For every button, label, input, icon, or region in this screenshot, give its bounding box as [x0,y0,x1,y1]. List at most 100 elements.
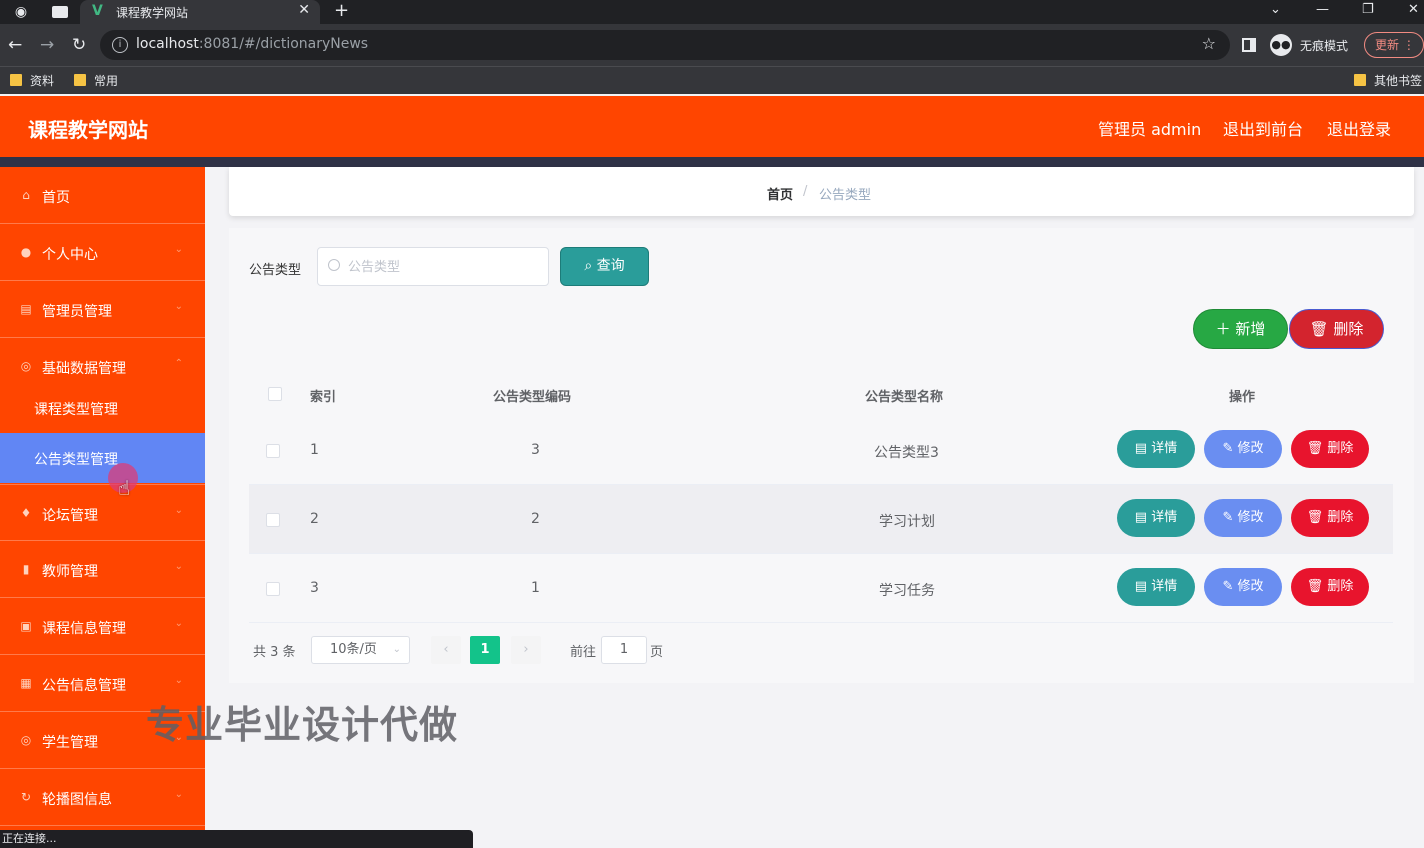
breadcrumb: 首页 / 公告类型 [229,167,1414,216]
bookmark-folder[interactable]: 资料 [10,72,54,89]
bookmark-folder[interactable]: 常用 [74,72,118,89]
cell-code: 2 [531,511,540,527]
incognito-icon[interactable]: ●● [1270,34,1292,56]
watermark-text: 专业毕业设计代做 [146,703,459,747]
minimize-icon[interactable]: — [1316,0,1329,20]
row-checkbox[interactable] [266,444,280,458]
user-icon: ● [20,245,32,259]
logout-link[interactable]: 退出登录 [1327,116,1391,140]
delete-button[interactable]: 🗑 删除 [1291,568,1369,606]
trash-icon: 🗑 [1306,441,1324,456]
address-bar[interactable]: i localhost:8081/#/dictionaryNews ☆ [100,30,1230,60]
tab-title: 课程教学网站 [116,6,189,20]
chevron-down-icon: ⌄ [174,618,183,629]
cell-code: 1 [531,580,540,596]
cell-name: 学习任务 [879,583,935,599]
chart-icon: ▮ [22,562,30,576]
sidebar-item-label: 个人中心 [42,247,98,263]
vue-logo-icon: V [92,3,103,19]
edit-button[interactable]: ✎ 修改 [1204,499,1282,537]
chevron-down-icon: ⌄ [174,789,183,800]
sidebar-subitem-course-types[interactable]: 课程类型管理 [0,383,205,433]
goto-page-input[interactable]: 1 [601,636,647,664]
folder-icon: ▣ [20,619,32,633]
browser-tab[interactable]: V 课程教学网站 ✕ [80,0,320,24]
cell-index: 3 [310,580,319,596]
chevron-down-icon: ⌄ [174,561,183,572]
goto-label: 前往 [570,645,597,660]
breadcrumb-home[interactable]: 首页 [767,184,793,203]
page-size-select[interactable]: 10条/页 ⌄ [311,636,410,664]
next-page-button[interactable]: › [511,636,541,664]
sidebar-item-home[interactable]: ⌂ 首页 [0,167,205,224]
pencil-icon: ✎ [1222,441,1234,456]
sidebar-item-teachers[interactable]: ▮ 教师管理 ⌄ [0,541,205,598]
url-text[interactable]: localhost:8081/#/dictionaryNews [136,36,368,52]
window-close-icon[interactable]: ✕ [1408,0,1419,20]
chevron-down-icon: ⌄ [174,675,183,686]
edit-button[interactable]: ✎ 修改 [1204,430,1282,468]
sidebar-subitem-label: 公告类型管理 [34,452,118,468]
search-field[interactable] [317,247,549,286]
delete-button[interactable]: 🗑 删除 [1291,430,1369,468]
total-count: 共 3 条 [253,645,296,660]
sidebar-item-admins[interactable]: ▤ 管理员管理 ⌄ [0,281,205,338]
detail-button[interactable]: ▤ 详情 [1117,499,1195,537]
sidebar-item-carousel[interactable]: ↻ 轮播图信息 ⌄ [0,769,205,826]
document-icon: ▤ [1134,441,1148,456]
globe-icon[interactable]: ◉ [12,3,30,21]
search-label: 公告类型 [249,263,302,278]
search-icon: ⌕ [584,258,593,274]
detail-button[interactable]: ▤ 详情 [1117,430,1195,468]
prev-page-button[interactable]: ‹ [431,636,461,664]
sidebar-item-courses[interactable]: ▣ 课程信息管理 ⌄ [0,598,205,655]
row-checkbox[interactable] [266,513,280,527]
sidebar-item-profile[interactable]: ● 个人中心 ⌄ [0,224,205,281]
site-info-icon[interactable]: i [112,37,128,53]
side-panel-icon[interactable] [1242,38,1256,52]
delete-button[interactable]: 🗑 删除 [1291,499,1369,537]
trash-icon: 🗑 [1309,320,1329,338]
bookmark-star-icon[interactable]: ☆ [1202,34,1216,53]
cell-name: 公告类型3 [874,445,939,461]
browser-tab-strip: ◉ V 课程教学网站 ✕ + ⌄ — ❐ ✕ [0,0,1424,24]
new-tab-icon[interactable]: + [334,0,349,22]
sidebar-subitem-label: 课程类型管理 [34,402,118,418]
restore-icon[interactable]: ❐ [1362,0,1374,20]
breadcrumb-separator: / [803,184,808,199]
search-input[interactable] [348,256,538,278]
tab-close-icon[interactable]: ✕ [298,2,310,18]
sidebar-subitem-notice-types[interactable]: 公告类型管理 [0,433,205,483]
table-row: 3 1 学习任务 ▤ 详情 ✎ 修改 🗑 删除 [249,554,1393,623]
sidebar-item-label: 管理员管理 [42,304,112,320]
row-checkbox[interactable] [266,582,280,596]
site-brand[interactable]: 课程教学网站 [28,114,148,143]
edit-button[interactable]: ✎ 修改 [1204,568,1282,606]
hand-cursor-icon: ☝ [118,476,131,500]
select-all-checkbox[interactable] [268,387,282,401]
table-header: 索引 公告类型编码 公告类型名称 操作 [249,370,1393,416]
forward-icon[interactable]: → [40,34,54,56]
tab-list-icon[interactable]: ⌄ [1270,0,1281,20]
query-button[interactable]: ⌕ 查询 [560,247,649,286]
update-button[interactable]: 更新 ⋮ [1364,32,1424,58]
other-bookmarks[interactable]: 其他书签 [1354,72,1422,89]
pagination: 共 3 条 10条/页 ⌄ ‹ 1 › 前往 1 页 [253,636,953,664]
chevron-down-icon: ⌄ [174,244,183,255]
home-icon: ⌂ [22,188,30,202]
exit-to-front-link[interactable]: 退出到前台 [1223,116,1303,140]
sidebar-item-forum[interactable]: ♦ 论坛管理 ⌄ [0,484,205,541]
cell-name: 学习计划 [879,514,935,530]
tab-search-icon[interactable] [52,6,68,18]
app-header: 课程教学网站 管理员 admin 退出到前台 退出登录 [0,96,1424,157]
add-button[interactable]: ＋ 新增 [1193,309,1288,349]
sidebar-item-label: 课程信息管理 [42,621,126,637]
browser-status-bar: 正在连接... [0,830,473,848]
detail-button[interactable]: ▤ 详情 [1117,568,1195,606]
back-icon[interactable]: ← [8,34,22,56]
reload-icon[interactable]: ↻ [72,34,86,56]
batch-delete-button[interactable]: 🗑 删除 [1289,309,1384,349]
page-number-active[interactable]: 1 [470,636,500,664]
plus-icon: ＋ [1215,320,1231,338]
header-divider [0,157,1424,167]
